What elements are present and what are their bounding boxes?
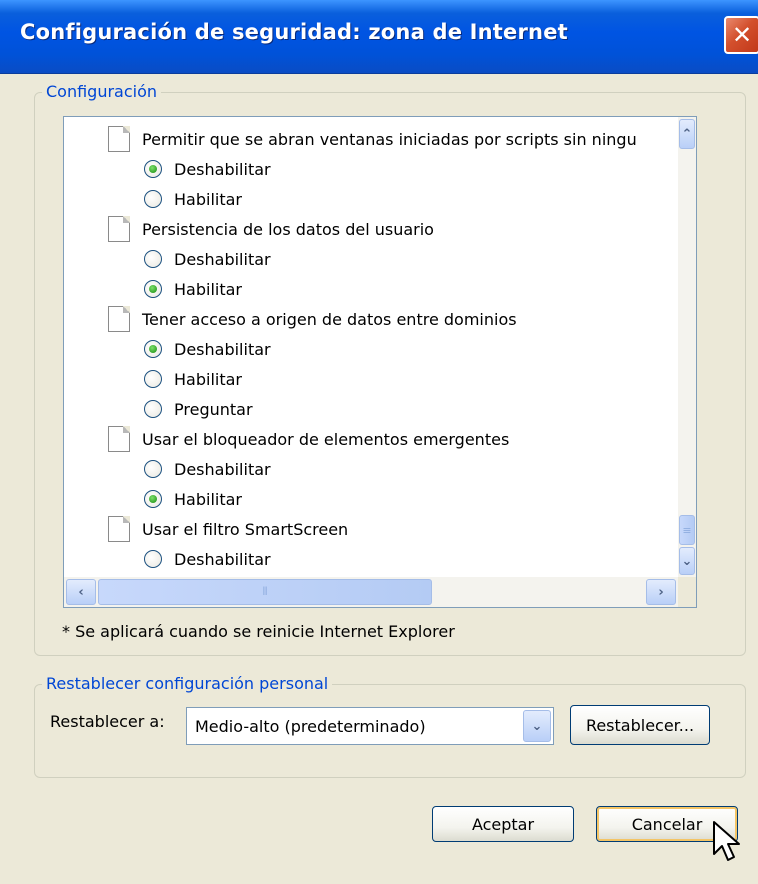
close-icon: ✕ [731,21,753,49]
setting-item: Usar el filtro SmartScreen [108,514,348,544]
document-icon [108,516,130,542]
title-bar: Configuración de seguridad: zona de Inte… [0,0,758,74]
setting-label: Tener acceso a origen de datos entre dom… [142,309,517,329]
reset-level-select[interactable]: Medio-alto (predeterminado) ⌄ [186,707,554,745]
setting-label: Usar el filtro SmartScreen [142,519,349,539]
radio-option[interactable]: Deshabilitar [144,454,271,484]
ok-button-label: Aceptar [471,814,535,834]
restart-note: * Se aplicará cuando se reinicie Interne… [62,622,455,641]
option-label: Habilitar [174,369,242,389]
settings-legend: Configuración [42,82,162,101]
cancel-button-label: Cancelar [631,814,703,834]
close-button[interactable]: ✕ [724,16,758,54]
radio-option[interactable]: Deshabilitar [144,334,271,364]
mouse-cursor-icon [713,821,740,861]
option-label: Preguntar [174,399,253,419]
settings-list-content: Permitir que se abran ventanas iniciadas… [64,117,678,577]
radio-unselected-icon[interactable] [144,250,162,268]
radio-selected-icon[interactable] [144,490,162,508]
setting-item: Permitir que se abran ventanas iniciadas… [108,124,637,154]
horizontal-scrollbar[interactable]: ‹ ⦀ › [64,577,678,607]
document-icon [108,216,130,242]
option-label: Deshabilitar [174,159,271,179]
chevron-left-icon: ‹ [78,584,84,600]
document-icon [108,126,130,152]
radio-unselected-icon[interactable] [144,550,162,568]
document-icon [108,306,130,332]
reset-button-label: Restablecer... [585,715,695,735]
option-label: Deshabilitar [174,249,271,269]
chevron-up-icon: ⌃ [681,126,693,142]
setting-label: Permitir que se abran ventanas iniciadas… [142,129,637,149]
chevron-down-icon: ⌄ [681,553,693,569]
ok-button[interactable]: Aceptar [432,806,574,842]
radio-selected-icon[interactable] [144,340,162,358]
setting-label: Usar el bloqueador de elementos emergent… [142,429,510,449]
setting-item: Usar el bloqueador de elementos emergent… [108,424,509,454]
setting-item: Tener acceso a origen de datos entre dom… [108,304,517,334]
horizontal-scroll-thumb[interactable]: ⦀ [98,579,432,605]
reset-level-value: Medio-alto (predeterminado) [195,717,426,736]
radio-selected-icon[interactable] [144,280,162,298]
radio-option[interactable]: Deshabilitar [144,544,271,574]
option-label: Deshabilitar [174,459,271,479]
radio-option[interactable]: Habilitar [144,364,242,394]
vertical-scrollbar[interactable]: ⌃ ≡ ⌄ [678,117,696,577]
settings-list[interactable]: Permitir que se abran ventanas iniciadas… [63,116,697,608]
radio-option[interactable]: Habilitar [144,274,242,304]
vertical-scroll-thumb[interactable]: ≡ [679,515,695,545]
option-label: Deshabilitar [174,549,271,569]
option-label: Habilitar [174,279,242,299]
dropdown-button[interactable]: ⌄ [523,710,551,742]
scroll-down-button[interactable]: ⌄ [679,547,695,575]
option-label: Deshabilitar [174,339,271,359]
scroll-left-button[interactable]: ‹ [66,579,96,605]
scroll-right-button[interactable]: › [646,579,676,605]
radio-option[interactable]: Deshabilitar [144,154,271,184]
setting-item: Persistencia de los datos del usuario [108,214,434,244]
radio-option[interactable]: Habilitar [144,484,242,514]
option-label: Habilitar [174,189,242,209]
radio-unselected-icon[interactable] [144,400,162,418]
reset-button[interactable]: Restablecer... [570,705,710,745]
reset-legend: Restablecer configuración personal [42,674,333,693]
scrollbar-corner [678,577,696,607]
chevron-right-icon: › [658,584,664,600]
grip-icon: ≡ [682,523,692,537]
chevron-down-icon: ⌄ [531,718,543,734]
setting-label: Persistencia de los datos del usuario [142,219,434,239]
radio-unselected-icon[interactable] [144,190,162,208]
radio-option[interactable]: Deshabilitar [144,244,271,274]
radio-selected-icon[interactable] [144,160,162,178]
grip-icon: ⦀ [262,585,268,598]
document-icon [108,426,130,452]
radio-option[interactable]: Preguntar [144,394,253,424]
radio-option[interactable]: Habilitar [144,184,242,214]
radio-unselected-icon[interactable] [144,460,162,478]
reset-to-label: Restablecer a: [50,712,165,731]
scroll-up-button[interactable]: ⌃ [679,119,695,149]
option-label: Habilitar [174,489,242,509]
radio-unselected-icon[interactable] [144,370,162,388]
window-title: Configuración de seguridad: zona de Inte… [20,20,568,44]
